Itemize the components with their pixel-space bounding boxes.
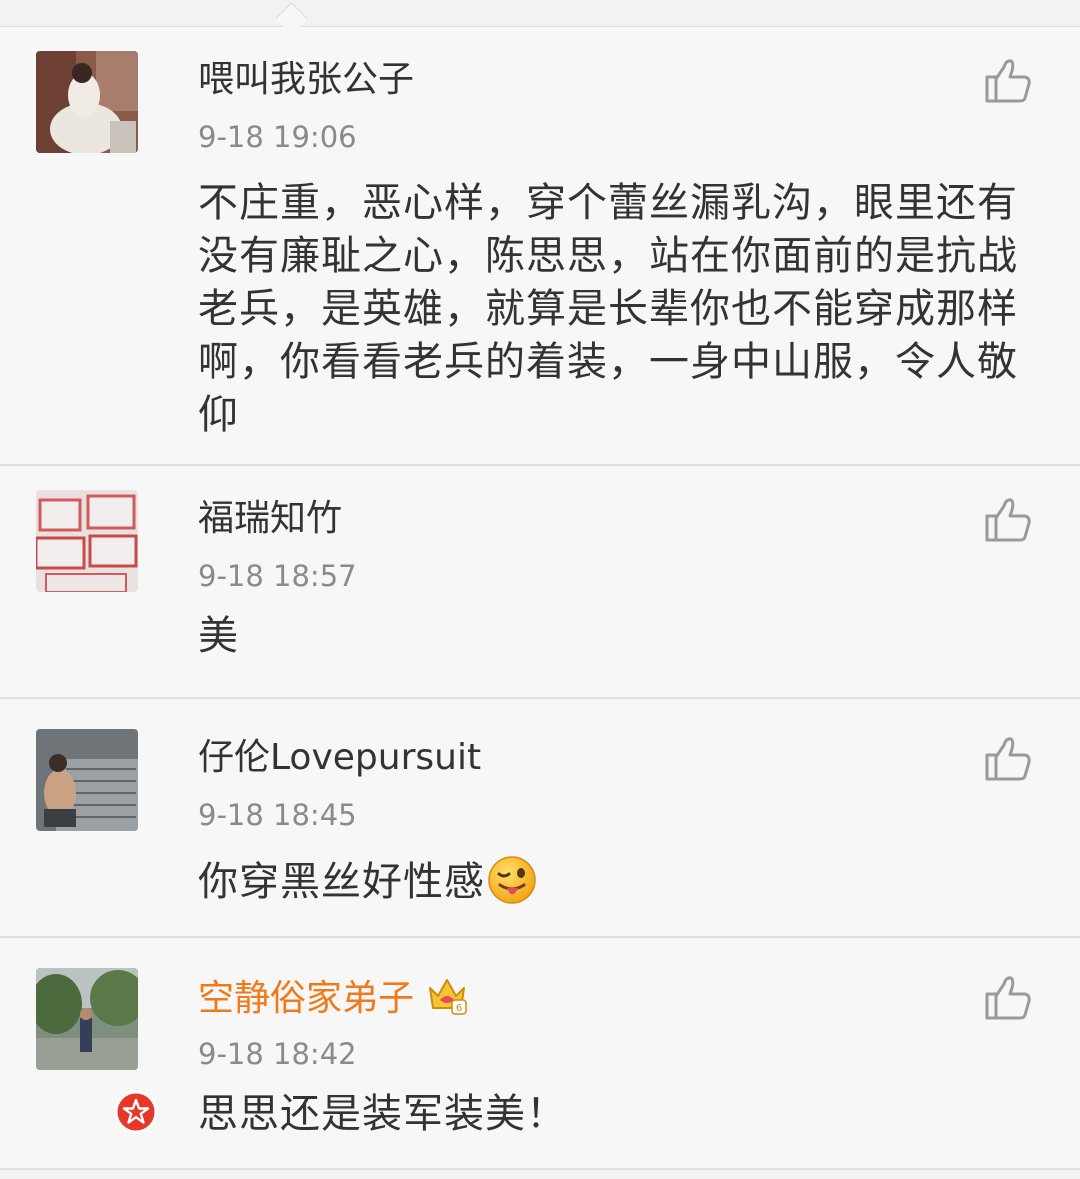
timestamp: 9-18 18:57 — [198, 559, 357, 593]
comment-list: 喂叫我张公子 9-18 19:06 不庄重，恶心样，穿个蕾丝漏乳沟，眼里还有没有… — [0, 27, 1080, 1170]
verified-star-badge — [114, 1090, 158, 1134]
username-text[interactable]: 空静俗家弟子 — [198, 978, 414, 1019]
comment-text: 思思还是装军装美！ — [198, 1091, 567, 1137]
comment-item: 空静俗家弟子 6 9-18 18:42 思思还是装军装美！ — [0, 938, 1080, 1170]
username[interactable]: 福瑞知竹 — [198, 496, 342, 542]
timestamp: 9-18 19:06 — [198, 120, 357, 154]
comment-text-content: 你穿黑丝好性感 — [198, 859, 485, 905]
thumbs-up-icon[interactable] — [984, 735, 1032, 783]
tongue-wink-emoji — [487, 855, 537, 919]
avatar[interactable] — [36, 968, 138, 1070]
comment-item: 福瑞知竹 9-18 18:57 美 — [0, 466, 1080, 699]
timestamp: 9-18 18:42 — [198, 1037, 357, 1071]
username[interactable]: 空静俗家弟子 6 — [198, 974, 468, 1028]
comment-item: 喂叫我张公子 9-18 19:06 不庄重，恶心样，穿个蕾丝漏乳沟，眼里还有没有… — [0, 27, 1080, 466]
thumbs-up-icon[interactable] — [984, 496, 1032, 544]
top-divider — [0, 0, 1080, 35]
thumbs-up-icon[interactable] — [984, 974, 1032, 1022]
crown-vip-icon: 6 — [426, 974, 468, 1028]
comment-text: 美 — [198, 613, 239, 659]
comment-text: 不庄重，恶心样，穿个蕾丝漏乳沟，眼里还有没有廉耻之心，陈思思，站在你面前的是抗战… — [198, 180, 1018, 438]
username[interactable]: 喂叫我张公子 — [198, 57, 414, 103]
avatar[interactable] — [36, 51, 138, 153]
avatar[interactable] — [36, 729, 138, 831]
thumbs-up-icon[interactable] — [984, 57, 1032, 105]
timestamp: 9-18 18:45 — [198, 798, 357, 832]
comment-text: 你穿黑丝好性感 — [198, 855, 1028, 919]
username[interactable]: 仔伦Lovepursuit — [198, 735, 481, 781]
avatar[interactable] — [36, 490, 138, 592]
comment-item: 仔伦Lovepursuit 9-18 18:45 你穿黑丝好性感 — [0, 699, 1080, 938]
svg-text:6: 6 — [456, 1003, 462, 1014]
